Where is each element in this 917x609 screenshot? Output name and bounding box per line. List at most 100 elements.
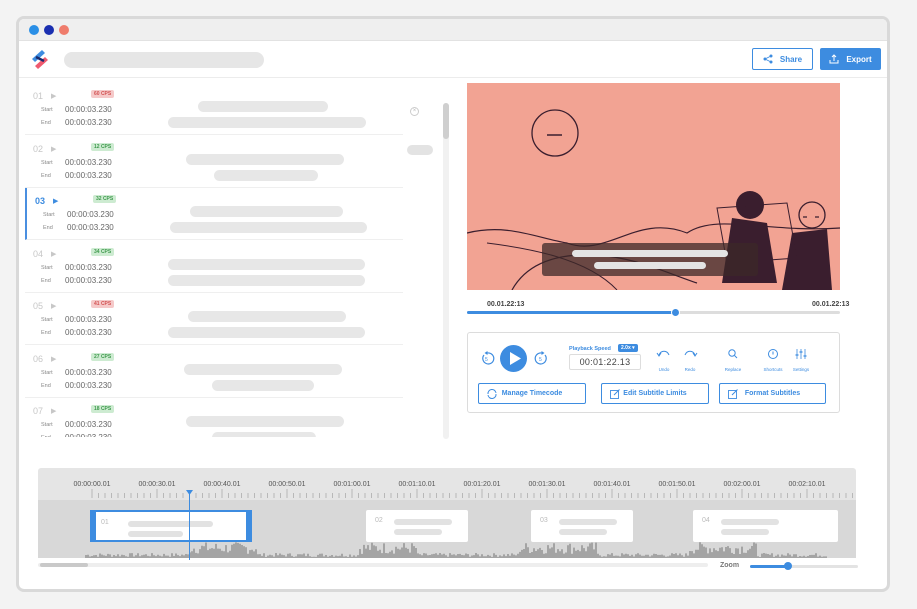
timeline-scrollbar[interactable] bbox=[38, 563, 708, 567]
subtitle-item[interactable]: 07 ▶ 18 CPS Start 00:00:03.230 End 00:00:03.23… bbox=[25, 398, 403, 437]
window-dot-blue[interactable] bbox=[29, 25, 39, 35]
timeline-clip[interactable]: 03 bbox=[531, 510, 633, 542]
start-label: Start bbox=[43, 212, 55, 218]
subtitle-text-placeholder[interactable] bbox=[212, 379, 314, 391]
timeline-track[interactable]: 01 02 03 04 bbox=[38, 500, 856, 558]
sync-icon bbox=[487, 389, 497, 399]
tool-replace[interactable]: Replace bbox=[716, 347, 750, 372]
subtitle-item[interactable]: 01 ▶ 60 CPS Start 00:00:03.230 End 00:00:03.23… bbox=[25, 83, 403, 135]
upload-icon bbox=[829, 54, 839, 64]
subtitle-text-placeholder[interactable] bbox=[168, 117, 366, 128]
start-label: Start bbox=[41, 317, 53, 323]
play-icon[interactable]: ▶ bbox=[51, 250, 56, 258]
tool-label: Redo bbox=[684, 367, 696, 372]
play-icon[interactable]: ▶ bbox=[51, 407, 56, 415]
subtitle-text-placeholder[interactable] bbox=[188, 311, 346, 322]
manage-timecode-button[interactable]: Manage Timecode bbox=[478, 383, 586, 404]
play-icon[interactable]: ▶ bbox=[53, 197, 58, 205]
timeline-clip[interactable]: 02 bbox=[366, 510, 468, 542]
timeline-ruler[interactable]: 00:00:00.01 00:00:30.01 00:00:40.01 00:00:5… bbox=[38, 472, 856, 498]
progress-fill bbox=[467, 311, 676, 314]
app-logo-icon bbox=[32, 50, 48, 69]
subtitle-text-placeholder[interactable] bbox=[168, 258, 365, 270]
tool-settings[interactable]: Settings bbox=[784, 347, 818, 372]
subtitle-text-placeholder[interactable] bbox=[186, 416, 344, 427]
subtitle-text-placeholder[interactable] bbox=[190, 206, 343, 217]
cps-badge: 32 CPS bbox=[93, 195, 117, 203]
start-time[interactable]: 00:00:03.230 bbox=[65, 158, 112, 167]
subtitle-text-placeholder[interactable] bbox=[214, 169, 318, 181]
play-icon[interactable]: ▶ bbox=[51, 92, 56, 100]
end-time[interactable]: 00:00:03.230 bbox=[65, 433, 112, 437]
zoom-label: Zoom bbox=[720, 562, 740, 569]
subtitle-text-placeholder[interactable] bbox=[168, 274, 365, 286]
end-time[interactable]: 00:00:03.230 bbox=[65, 171, 112, 180]
undo-icon bbox=[656, 350, 670, 357]
subtitle-list-scroll-thumb[interactable] bbox=[443, 103, 449, 139]
play-icon[interactable]: ▶ bbox=[51, 302, 56, 310]
end-time[interactable]: 00:00:03.230 bbox=[65, 328, 112, 337]
subtitle-item[interactable]: 02 ▶ 12 CPS Start 00:00:03.230 End 00:00:03.23… bbox=[25, 136, 403, 188]
subtitle-text-placeholder[interactable] bbox=[198, 101, 328, 112]
zoom-slider-handle[interactable] bbox=[783, 562, 792, 570]
subtitle-item[interactable]: 04 ▶ 34 CPS Start 00:00:03.230 End 00:00:03.23… bbox=[25, 241, 403, 293]
caption-overlay bbox=[542, 243, 758, 276]
end-time[interactable]: 00:00:03.230 bbox=[65, 276, 112, 285]
start-time[interactable]: 00:00:03.230 bbox=[65, 105, 112, 114]
start-time[interactable]: 00:00:03.230 bbox=[65, 368, 112, 377]
rewind-icon[interactable]: 5 bbox=[480, 351, 495, 366]
clip-text-placeholder bbox=[721, 529, 769, 535]
end-time[interactable]: 00:00:03.230 bbox=[67, 223, 114, 232]
timeline-playhead[interactable] bbox=[186, 490, 193, 560]
current-time: 00.01.22:13 bbox=[487, 301, 525, 308]
svg-text:5: 5 bbox=[485, 357, 488, 363]
progress-handle[interactable] bbox=[670, 308, 680, 317]
start-time[interactable]: 00:00:03.230 bbox=[67, 210, 114, 219]
timeline-clip[interactable]: 04 bbox=[693, 510, 838, 542]
play-icon[interactable]: ▶ bbox=[51, 145, 56, 153]
project-title-placeholder bbox=[64, 52, 264, 68]
subtitle-item[interactable]: 05 ▶ 41 CPS Start 00:00:03.230 End 00:00:03.23… bbox=[25, 293, 403, 345]
end-time[interactable]: 00:00:03.230 bbox=[65, 118, 112, 127]
subtitle-text-placeholder[interactable] bbox=[184, 363, 342, 375]
share-button[interactable]: Share bbox=[752, 48, 813, 70]
edit-subtitle-limits-button[interactable]: Edit Subtitle Limits bbox=[601, 383, 709, 404]
export-label: Export bbox=[846, 54, 872, 64]
close-icon[interactable]: × bbox=[410, 107, 419, 116]
start-time[interactable]: 00:00:03.230 bbox=[65, 315, 112, 324]
subtitle-list: 01 ▶ 60 CPS Start 00:00:03.230 End 00:00:03.23… bbox=[25, 83, 405, 437]
clip-handle-right[interactable] bbox=[246, 510, 252, 542]
end-label: End bbox=[43, 225, 53, 231]
clip-handle-left[interactable] bbox=[90, 510, 96, 542]
video-preview[interactable] bbox=[467, 83, 840, 290]
format-subtitles-button[interactable]: Format Subtitles bbox=[719, 383, 826, 404]
end-time[interactable]: 00:00:03.230 bbox=[65, 381, 112, 390]
subtitle-text-placeholder[interactable] bbox=[168, 327, 365, 338]
cps-badge: 34 CPS bbox=[91, 247, 115, 256]
subtitle-item[interactable]: 03 ▶ 32 CPS Start 00:00:03.230 End 00:00:03.23… bbox=[25, 188, 403, 240]
subtitle-add-controls[interactable] bbox=[407, 145, 433, 155]
subtitle-text-placeholder[interactable] bbox=[170, 222, 367, 233]
timeline-scroll-thumb[interactable] bbox=[40, 563, 88, 567]
timeline-clip[interactable]: 01 bbox=[90, 510, 252, 542]
start-time[interactable]: 00:00:03.230 bbox=[65, 263, 112, 272]
clip-number: 04 bbox=[702, 517, 710, 524]
forward-icon[interactable]: 5 bbox=[534, 351, 549, 366]
playback-speed-select[interactable]: 2.0x ▾ bbox=[618, 344, 638, 352]
play-button[interactable] bbox=[500, 345, 527, 372]
window-dot-coral[interactable] bbox=[59, 25, 69, 35]
window-dot-navy[interactable] bbox=[44, 25, 54, 35]
timecode-field[interactable]: 00:01:22.13 bbox=[569, 354, 641, 370]
subtitle-item[interactable]: 06 ▶ 27 CPS Start 00:00:03.230 End 00:00:03.23… bbox=[25, 346, 403, 398]
export-button[interactable]: Export bbox=[820, 48, 881, 70]
play-icon bbox=[510, 352, 521, 365]
player-controls: 5 5 Playback Speed 2.0x ▾ 00:01:22.13 Un… bbox=[467, 332, 840, 413]
tool-redo[interactable]: Redo bbox=[673, 347, 707, 372]
subtitle-list-scrollbar[interactable] bbox=[443, 103, 449, 439]
start-time[interactable]: 00:00:03.230 bbox=[65, 420, 112, 429]
subtitle-text-placeholder[interactable] bbox=[186, 153, 344, 165]
title-bar bbox=[19, 19, 887, 41]
play-icon[interactable]: ▶ bbox=[51, 355, 56, 363]
edit-icon bbox=[728, 389, 738, 399]
subtitle-text-placeholder[interactable] bbox=[212, 432, 316, 437]
